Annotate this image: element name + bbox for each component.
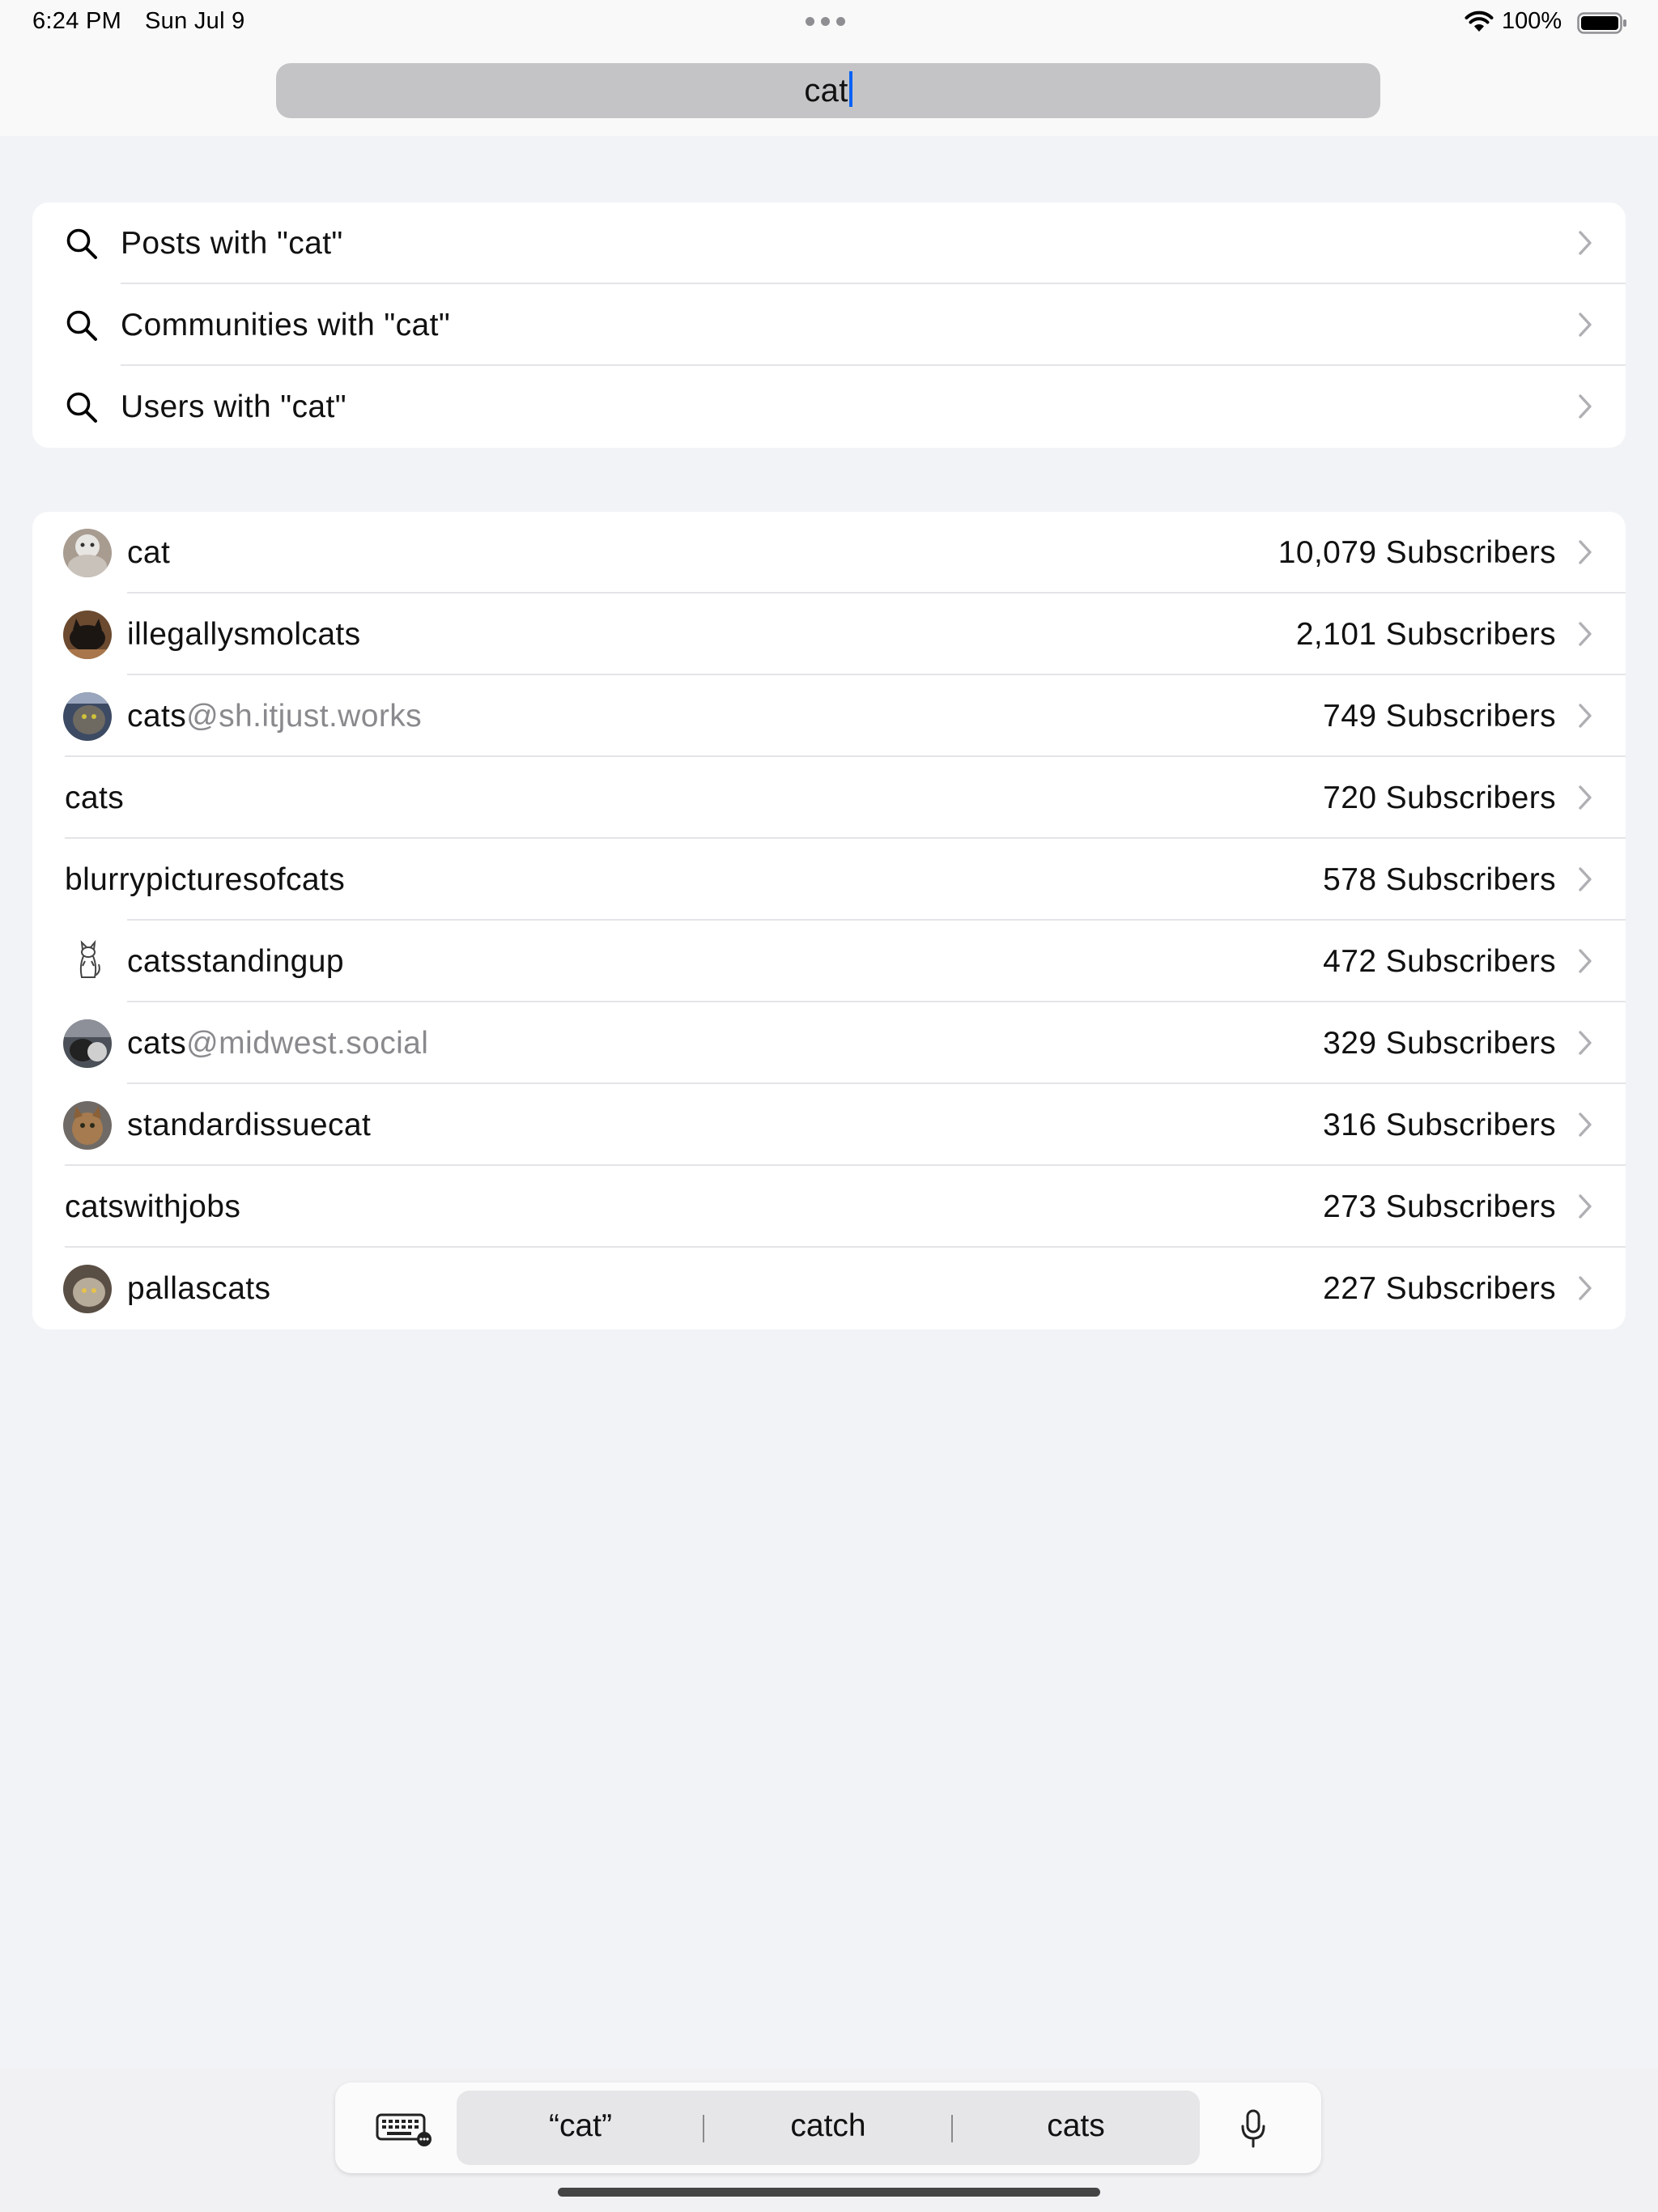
chevron-right-icon (1579, 231, 1592, 255)
status-date: Sun Jul 9 (145, 8, 245, 34)
suggestion-quoted[interactable]: “cat” (457, 2108, 704, 2144)
community-row[interactable]: cat 10,079 Subscribers (32, 512, 1626, 593)
chevron-right-icon (1579, 867, 1592, 891)
predictive-suggestions: “cat” catch cats (457, 2091, 1200, 2165)
chevron-right-icon (1579, 704, 1592, 728)
community-avatar (63, 692, 112, 741)
community-name: blurrypicturesofcats (65, 861, 346, 897)
subscriber-count: 273 Subscribers (1323, 1189, 1556, 1224)
status-time: 6:24 PM (32, 8, 122, 34)
search-options-list: Posts with "cat" Communities with "cat" … (32, 202, 1626, 448)
search-icon (66, 228, 97, 259)
text-caret (848, 71, 852, 107)
subscriber-count: 578 Subscribers (1323, 861, 1556, 897)
subscriber-count: 329 Subscribers (1323, 1025, 1556, 1061)
community-row[interactable]: standardissuecat 316 Subscribers (32, 1084, 1626, 1166)
search-option-label: Users with "cat" (121, 389, 346, 424)
subscriber-count: 749 Subscribers (1323, 698, 1556, 734)
navigation-bar: 6:24 PM Sun Jul 9 100% cat (0, 0, 1658, 136)
search-option-label: Communities with "cat" (121, 307, 451, 342)
community-row[interactable]: catswithjobs 273 Subscribers (32, 1166, 1626, 1248)
chevron-right-icon (1579, 1276, 1592, 1300)
community-row[interactable]: cats@midwest.social 329 Subscribers (32, 1002, 1626, 1084)
community-avatar (63, 1101, 112, 1150)
subscriber-count: 227 Subscribers (1323, 1270, 1556, 1306)
search-option-posts[interactable]: Posts with "cat" (32, 202, 1626, 284)
search-icon (66, 310, 97, 341)
chevron-right-icon (1579, 1194, 1592, 1219)
search-input[interactable]: cat (276, 63, 1380, 118)
community-row[interactable]: cats@sh.itjust.works 749 Subscribers (32, 675, 1626, 757)
community-avatar (63, 529, 112, 577)
home-indicator[interactable] (558, 2188, 1100, 2197)
battery-percent: 100% (1502, 8, 1562, 34)
community-results-list: cat 10,079 Subscribers illegallysmolcats… (32, 512, 1626, 1329)
suggestion-3[interactable]: cats (952, 2108, 1200, 2144)
community-row[interactable]: cats 720 Subscribers (32, 757, 1626, 839)
community-name: cats@sh.itjust.works (127, 698, 423, 734)
community-row[interactable]: illegallysmolcats 2,101 Subscribers (32, 593, 1626, 675)
chevron-right-icon (1579, 622, 1592, 646)
search-option-communities[interactable]: Communities with "cat" (32, 284, 1626, 366)
subscriber-count: 2,101 Subscribers (1295, 616, 1556, 652)
chevron-right-icon (1579, 785, 1592, 810)
multitasking-dots-icon[interactable] (806, 17, 845, 26)
subscriber-count: 316 Subscribers (1323, 1107, 1556, 1142)
subscriber-count: 10,079 Subscribers (1278, 534, 1556, 570)
search-option-users[interactable]: Users with "cat" (32, 366, 1626, 448)
chevron-right-icon (1579, 540, 1592, 564)
community-avatar (63, 1019, 112, 1068)
community-name: cat (127, 534, 171, 570)
battery-icon (1577, 12, 1626, 34)
chevron-right-icon (1579, 1112, 1592, 1137)
wifi-icon (1465, 11, 1494, 32)
community-name: standardissuecat (127, 1107, 372, 1142)
community-name: catswithjobs (65, 1189, 241, 1224)
search-icon (66, 392, 97, 423)
subscriber-count: 472 Subscribers (1323, 943, 1556, 979)
chevron-right-icon (1579, 1031, 1592, 1055)
microphone-icon[interactable] (1239, 2108, 1267, 2149)
community-name: catsstandingup (127, 943, 344, 979)
search-option-label: Posts with "cat" (121, 225, 343, 261)
community-row[interactable]: pallascats 227 Subscribers (32, 1248, 1626, 1329)
community-name: pallascats (127, 1270, 271, 1306)
keyboard-icon[interactable] (376, 2113, 432, 2147)
community-row[interactable]: blurrypicturesofcats 578 Subscribers (32, 839, 1626, 921)
search-input-value: cat (804, 72, 848, 108)
chevron-right-icon (1579, 313, 1592, 337)
keyboard-shortcut-bar: “cat” catch cats (335, 2082, 1321, 2173)
suggestion-2[interactable]: catch (704, 2108, 952, 2144)
chevron-right-icon (1579, 949, 1592, 973)
community-avatar (63, 610, 112, 659)
community-name: illegallysmolcats (127, 616, 361, 652)
community-row[interactable]: catsstandingup 472 Subscribers (32, 921, 1626, 1002)
community-name: cats@midwest.social (127, 1025, 429, 1061)
subscriber-count: 720 Subscribers (1323, 780, 1556, 815)
chevron-right-icon (1579, 394, 1592, 419)
cat-drawing-avatar-icon (79, 940, 100, 978)
community-avatar (63, 1265, 112, 1313)
community-name: cats (65, 780, 125, 815)
